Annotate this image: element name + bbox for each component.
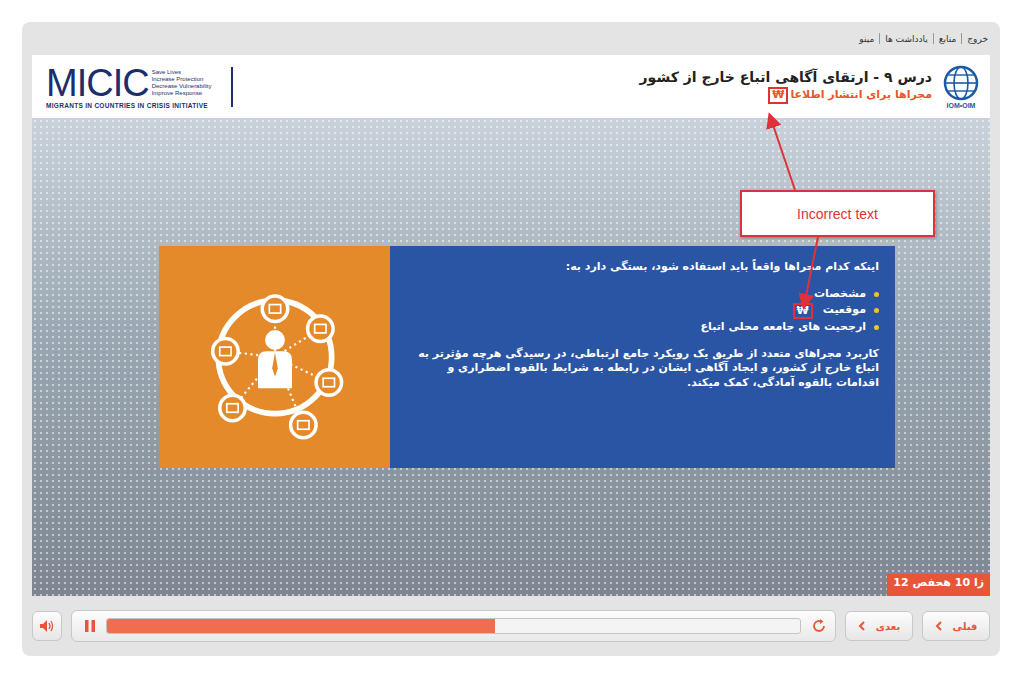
broken-glyph: ₩ — [768, 87, 788, 103]
seek-bar — [71, 610, 836, 642]
chevron-left-icon — [935, 621, 943, 631]
content-card: اینکه کدام مجراها واقعاً باید استفاده شو… — [159, 246, 895, 468]
bullet-dot-icon — [874, 292, 879, 297]
pause-icon — [84, 619, 96, 633]
speaker-icon — [39, 619, 55, 633]
card-paragraph: کاربرد مجراهای متعدد از طریق یک رویکرد ج… — [410, 347, 879, 392]
menu-separator — [879, 33, 880, 44]
annotation-callout: Incorrect text — [740, 190, 935, 237]
logo-tagline: Decrease Vulnerability — [152, 83, 212, 90]
chevron-left-icon — [858, 621, 866, 631]
bullet-list: مشخصاتموقعیت₩ارجحیت های جامعه محلی اتباع — [410, 287, 879, 335]
menu-item[interactable]: خروج — [967, 34, 988, 44]
nav-button[interactable]: بعدی — [845, 611, 913, 641]
replay-icon[interactable] — [811, 618, 827, 634]
logo-tagline: Save Lives — [152, 69, 212, 76]
header: MICICSave LivesIncrease ProtectionDecrea… — [32, 55, 990, 118]
volume-button[interactable] — [32, 611, 62, 641]
bullet-dot-icon — [874, 325, 879, 330]
broken-glyph: ₩ — [793, 303, 813, 319]
card-intro: اینکه کدام مجراها واقعاً باید استفاده شو… — [410, 260, 879, 275]
top-menu: خروج منابع یادداشت ها مینو — [32, 22, 990, 55]
card-text: اینکه کدام مجراها واقعاً باید استفاده شو… — [390, 246, 895, 468]
play-pause-button[interactable] — [84, 619, 96, 633]
nav-button[interactable]: قبلی — [922, 611, 990, 641]
progress-fill — [107, 619, 495, 633]
card-illustration — [159, 246, 390, 468]
iom-logo: IOM•OIM — [942, 64, 980, 109]
page-counter: 12 زا 10 هحفص — [887, 574, 990, 596]
bullet-item: موقعیت₩ — [410, 303, 879, 319]
player-controls: بعدی قبلی — [32, 610, 990, 642]
bullet-item: ارجحیت های جامعه محلی اتباع — [410, 320, 879, 335]
lesson-subtitle: مجراها برای انتشار اطلاعا₩ — [640, 87, 932, 103]
menu-separator — [961, 33, 962, 44]
lesson-titles: درس ۹ - ارتقای آگاهی اتباع خارج از کشور م… — [640, 69, 932, 103]
logo-tagline: Improve Response — [152, 90, 212, 97]
menu-item[interactable]: منابع — [939, 34, 957, 44]
globe-icon — [942, 64, 980, 102]
header-divider — [231, 67, 233, 107]
bullet-item: مشخصات — [410, 287, 879, 302]
bullet-dot-icon — [874, 308, 879, 313]
menu-item[interactable]: مینو — [859, 34, 874, 44]
menu-separator — [933, 33, 934, 44]
menu-item[interactable]: یادداشت ها — [885, 34, 928, 44]
micic-logo: MICICSave LivesIncrease ProtectionDecrea… — [46, 64, 211, 109]
lesson-title: درس ۹ - ارتقای آگاهی اتباع خارج از کشور — [640, 69, 932, 85]
network-icon — [190, 272, 360, 442]
player-frame: خروج منابع یادداشت ها مینو MICICSave LivesIn… — [22, 22, 1000, 656]
progress-track[interactable] — [106, 618, 801, 634]
annotation-arrows-icon — [22, 22, 1000, 656]
logo-tagline: Increase Protection — [152, 76, 212, 83]
